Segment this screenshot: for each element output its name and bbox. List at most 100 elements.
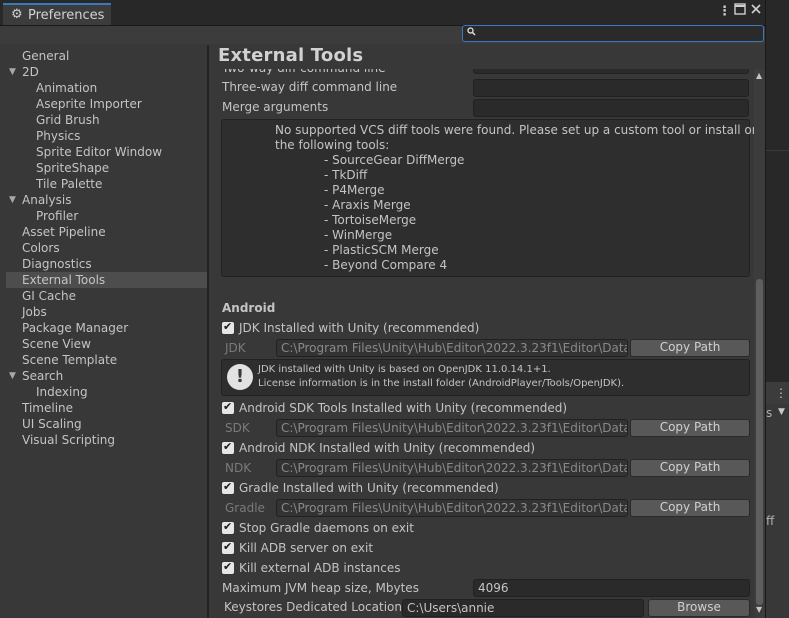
sidebar-item-external-tools[interactable]: External Tools <box>6 272 207 288</box>
background-panel <box>766 404 789 618</box>
ndk-copy-path-button[interactable]: Copy Path <box>630 459 750 477</box>
three-way-diff-field[interactable] <box>473 79 749 97</box>
background-editor-area: ⋮ s ▼ ff <box>766 0 789 618</box>
expand-arrow-icon[interactable]: ▼ <box>9 371 16 381</box>
jdk-path-field[interactable]: C:\Program Files\Unity\Hub\Editor\2022.3… <box>276 339 628 357</box>
sdk-checkbox[interactable]: ✔ <box>222 400 234 414</box>
scroll-down-icon[interactable]: ▼ <box>756 605 762 614</box>
sdk-path-field[interactable]: C:\Program Files\Unity\Hub\Editor\2022.3… <box>276 419 628 437</box>
sidebar-item-timeline[interactable]: Timeline <box>22 400 73 416</box>
window-titlebar: ⚙ Preferences ⋮ <box>0 0 765 26</box>
gear-icon: ⚙ <box>11 7 23 22</box>
keystores-field[interactable]: C:\Users\annie <box>402 599 644 617</box>
check-icon: ✔ <box>223 440 233 453</box>
sidebar-item-asset-pipeline[interactable]: Asset Pipeline <box>22 224 106 240</box>
android-section-header: Android <box>222 301 276 315</box>
preferences-tab[interactable]: ⚙ Preferences <box>3 3 111 25</box>
sidebar-item-search[interactable]: Search <box>22 368 63 384</box>
vcs-tool-item: - Araxis Merge <box>324 198 411 212</box>
ndk-checkbox[interactable]: ✔ <box>222 440 234 454</box>
sidebar-item-animation[interactable]: Animation <box>36 80 97 96</box>
sidebar-item-ui-scaling[interactable]: UI Scaling <box>22 416 82 432</box>
check-icon: ✔ <box>223 400 233 413</box>
sidebar-item-scene-view[interactable]: Scene View <box>22 336 91 352</box>
background-text-fragment: ff <box>766 514 775 528</box>
sidebar-item-package-manager[interactable]: Package Manager <box>22 320 128 336</box>
merge-arguments-label: Merge arguments <box>222 100 329 114</box>
three-way-diff-label: Three-way diff command line <box>222 80 398 94</box>
close-icon[interactable] <box>750 3 762 19</box>
jdk-checkbox[interactable]: ✔ <box>222 320 234 334</box>
gradle-label: Gradle <box>225 501 265 515</box>
background-more-icon[interactable]: ⋮ <box>775 386 787 400</box>
sidebar-item-grid-brush[interactable]: Grid Brush <box>36 112 100 128</box>
sdk-copy-path-button[interactable]: Copy Path <box>630 419 750 437</box>
expand-arrow-icon[interactable]: ▼ <box>9 67 16 77</box>
vcs-tool-item: - TortoiseMerge <box>324 213 417 227</box>
gradle-checkbox-label: Gradle Installed with Unity (recommended… <box>239 481 499 495</box>
vcs-tool-item: - Beyond Compare 4 <box>324 258 448 272</box>
settings-content: External Tools Two-way diff command line… <box>209 45 765 618</box>
check-icon: ✔ <box>223 540 233 553</box>
vcs-message: No supported VCS diff tools were found. … <box>275 123 765 137</box>
sidebar-item-indexing[interactable]: Indexing <box>36 384 88 400</box>
sidebar-item-2d[interactable]: 2D <box>22 64 39 80</box>
kill-adb-checkbox[interactable]: ✔ <box>222 540 234 554</box>
jdk-info-box: ! JDK installed with Unity is based on O… <box>221 359 750 396</box>
jdk-label: JDK <box>225 341 246 355</box>
sidebar-item-spriteshape[interactable]: SpriteShape <box>36 160 109 176</box>
content-scrollbar[interactable]: ▲ ▼ <box>754 69 765 618</box>
sidebar-item-jobs[interactable]: Jobs <box>22 304 47 320</box>
title-underlay <box>209 63 754 69</box>
more-icon[interactable]: ⋮ <box>718 4 731 19</box>
check-icon: ✔ <box>223 560 233 573</box>
gradle-checkbox[interactable]: ✔ <box>222 480 234 494</box>
stop-gradle-checkbox[interactable]: ✔ <box>222 520 234 534</box>
jvm-heap-field[interactable]: 4096 <box>473 579 750 597</box>
sidebar-item-analysis[interactable]: Analysis <box>22 192 71 208</box>
search-field[interactable] <box>462 25 764 42</box>
search-icon <box>467 27 476 39</box>
scrollbar-thumb[interactable] <box>756 279 763 605</box>
sidebar-item-sprite-editor-window[interactable]: Sprite Editor Window <box>36 144 162 160</box>
browse-button[interactable]: Browse <box>648 599 750 617</box>
vcs-tool-item: - PlasticSCM Merge <box>324 243 439 257</box>
sidebar-item-tile-palette[interactable]: Tile Palette <box>36 176 102 192</box>
background-text-fragment: s <box>766 406 773 420</box>
check-icon: ✔ <box>223 320 233 333</box>
maximize-icon[interactable] <box>734 3 746 18</box>
sdk-checkbox-label: Android SDK Tools Installed with Unity (… <box>239 401 568 415</box>
background-divider <box>766 150 789 151</box>
check-icon: ✔ <box>223 480 233 493</box>
ndk-path-field[interactable]: C:\Program Files\Unity\Hub\Editor\2022.3… <box>276 459 628 477</box>
background-dropdown-icon[interactable]: ▼ <box>778 407 785 417</box>
vcs-tool-item: - P4Merge <box>324 183 385 197</box>
jdk-copy-path-button[interactable]: Copy Path <box>630 339 750 357</box>
sidebar-item-profiler[interactable]: Profiler <box>36 208 78 224</box>
sidebar-item-scene-template[interactable]: Scene Template <box>22 352 117 368</box>
search-input[interactable] <box>479 26 759 40</box>
sidebar-item-general[interactable]: General <box>22 48 69 64</box>
sidebar-item-diagnostics[interactable]: Diagnostics <box>22 256 92 272</box>
expand-arrow-icon[interactable]: ▼ <box>9 195 16 205</box>
sidebar-item-colors[interactable]: Colors <box>22 240 60 256</box>
sidebar-item-physics[interactable]: Physics <box>36 128 80 144</box>
stop-gradle-label: Stop Gradle daemons on exit <box>239 521 414 535</box>
sidebar-item-visual-scripting[interactable]: Visual Scripting <box>22 432 115 448</box>
vcs-tool-item: - SourceGear DiffMerge <box>324 153 465 167</box>
sidebar-item-gi-cache[interactable]: GI Cache <box>22 288 76 304</box>
kill-external-adb-label: Kill external ADB instances <box>239 561 401 575</box>
kill-external-adb-checkbox[interactable]: ✔ <box>222 560 234 574</box>
gradle-path-field[interactable]: C:\Program Files\Unity\Hub\Editor\2022.3… <box>276 499 628 517</box>
check-icon: ✔ <box>223 520 233 533</box>
jvm-heap-label: Maximum JVM heap size, Mbytes <box>222 581 419 595</box>
sidebar-item-aseprite-importer[interactable]: Aseprite Importer <box>36 96 142 112</box>
sdk-label: SDK <box>225 421 250 435</box>
scroll-up-icon[interactable]: ▲ <box>756 71 762 80</box>
gradle-copy-path-button[interactable]: Copy Path <box>630 499 750 517</box>
merge-arguments-field[interactable] <box>473 99 749 117</box>
vcs-tool-item: - TkDiff <box>324 168 368 182</box>
keystores-label: Keystores Dedicated Location <box>224 600 402 614</box>
jdk-info-text: JDK installed with Unity is based on Ope… <box>258 364 551 375</box>
vcs-help-box: No supported VCS diff tools were found. … <box>221 119 765 277</box>
